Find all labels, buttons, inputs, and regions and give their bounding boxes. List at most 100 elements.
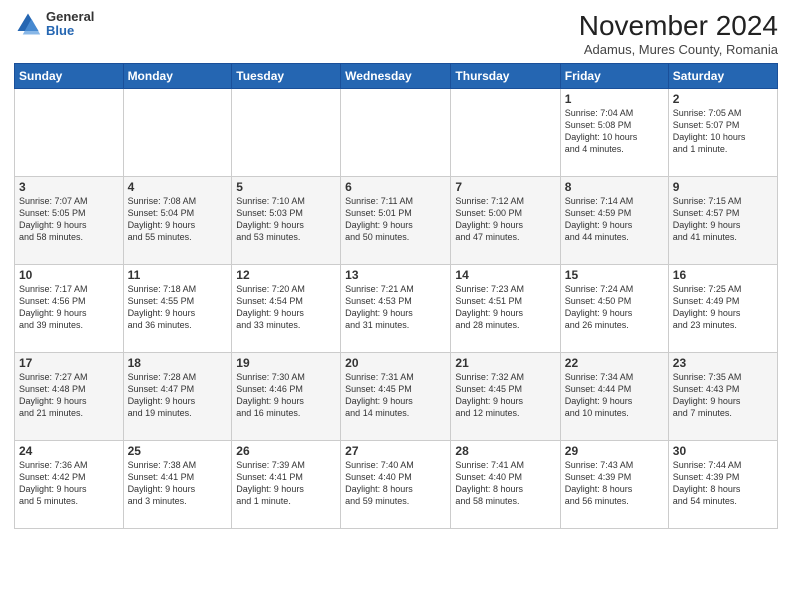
- day-info: Sunrise: 7:25 AM Sunset: 4:49 PM Dayligh…: [673, 283, 773, 332]
- day-cell: 2Sunrise: 7:05 AM Sunset: 5:07 PM Daylig…: [668, 89, 777, 177]
- day-info: Sunrise: 7:36 AM Sunset: 4:42 PM Dayligh…: [19, 459, 119, 508]
- day-cell: 6Sunrise: 7:11 AM Sunset: 5:01 PM Daylig…: [341, 177, 451, 265]
- day-number: 4: [128, 180, 228, 194]
- day-info: Sunrise: 7:38 AM Sunset: 4:41 PM Dayligh…: [128, 459, 228, 508]
- day-number: 30: [673, 444, 773, 458]
- day-cell: 18Sunrise: 7:28 AM Sunset: 4:47 PM Dayli…: [123, 353, 232, 441]
- day-cell: 24Sunrise: 7:36 AM Sunset: 4:42 PM Dayli…: [15, 441, 124, 529]
- day-cell: 16Sunrise: 7:25 AM Sunset: 4:49 PM Dayli…: [668, 265, 777, 353]
- day-cell: 30Sunrise: 7:44 AM Sunset: 4:39 PM Dayli…: [668, 441, 777, 529]
- day-info: Sunrise: 7:35 AM Sunset: 4:43 PM Dayligh…: [673, 371, 773, 420]
- day-info: Sunrise: 7:24 AM Sunset: 4:50 PM Dayligh…: [565, 283, 664, 332]
- week-row-4: 24Sunrise: 7:36 AM Sunset: 4:42 PM Dayli…: [15, 441, 778, 529]
- col-header-tuesday: Tuesday: [232, 64, 341, 89]
- day-number: 28: [455, 444, 555, 458]
- subtitle: Adamus, Mures County, Romania: [579, 42, 778, 57]
- day-info: Sunrise: 7:21 AM Sunset: 4:53 PM Dayligh…: [345, 283, 446, 332]
- day-info: Sunrise: 7:07 AM Sunset: 5:05 PM Dayligh…: [19, 195, 119, 244]
- day-info: Sunrise: 7:30 AM Sunset: 4:46 PM Dayligh…: [236, 371, 336, 420]
- day-cell: 19Sunrise: 7:30 AM Sunset: 4:46 PM Dayli…: [232, 353, 341, 441]
- day-number: 1: [565, 92, 664, 106]
- day-info: Sunrise: 7:41 AM Sunset: 4:40 PM Dayligh…: [455, 459, 555, 508]
- day-number: 15: [565, 268, 664, 282]
- day-cell: [341, 89, 451, 177]
- header-row: SundayMondayTuesdayWednesdayThursdayFrid…: [15, 64, 778, 89]
- day-number: 17: [19, 356, 119, 370]
- day-number: 6: [345, 180, 446, 194]
- day-cell: [123, 89, 232, 177]
- logo: General Blue: [14, 10, 94, 39]
- day-cell: 12Sunrise: 7:20 AM Sunset: 4:54 PM Dayli…: [232, 265, 341, 353]
- day-cell: 22Sunrise: 7:34 AM Sunset: 4:44 PM Dayli…: [560, 353, 668, 441]
- day-cell: [451, 89, 560, 177]
- day-number: 22: [565, 356, 664, 370]
- week-row-0: 1Sunrise: 7:04 AM Sunset: 5:08 PM Daylig…: [15, 89, 778, 177]
- day-info: Sunrise: 7:40 AM Sunset: 4:40 PM Dayligh…: [345, 459, 446, 508]
- day-number: 25: [128, 444, 228, 458]
- title-area: November 2024 Adamus, Mures County, Roma…: [579, 10, 778, 57]
- day-info: Sunrise: 7:17 AM Sunset: 4:56 PM Dayligh…: [19, 283, 119, 332]
- day-number: 21: [455, 356, 555, 370]
- day-number: 12: [236, 268, 336, 282]
- calendar: SundayMondayTuesdayWednesdayThursdayFrid…: [14, 63, 778, 529]
- day-cell: [15, 89, 124, 177]
- col-header-monday: Monday: [123, 64, 232, 89]
- day-number: 19: [236, 356, 336, 370]
- day-cell: 15Sunrise: 7:24 AM Sunset: 4:50 PM Dayli…: [560, 265, 668, 353]
- logo-icon: [14, 10, 42, 38]
- logo-general: General: [46, 10, 94, 24]
- day-cell: 21Sunrise: 7:32 AM Sunset: 4:45 PM Dayli…: [451, 353, 560, 441]
- day-info: Sunrise: 7:12 AM Sunset: 5:00 PM Dayligh…: [455, 195, 555, 244]
- day-info: Sunrise: 7:27 AM Sunset: 4:48 PM Dayligh…: [19, 371, 119, 420]
- day-info: Sunrise: 7:10 AM Sunset: 5:03 PM Dayligh…: [236, 195, 336, 244]
- day-number: 29: [565, 444, 664, 458]
- day-cell: 26Sunrise: 7:39 AM Sunset: 4:41 PM Dayli…: [232, 441, 341, 529]
- day-info: Sunrise: 7:32 AM Sunset: 4:45 PM Dayligh…: [455, 371, 555, 420]
- day-cell: 1Sunrise: 7:04 AM Sunset: 5:08 PM Daylig…: [560, 89, 668, 177]
- day-number: 20: [345, 356, 446, 370]
- day-number: 14: [455, 268, 555, 282]
- day-number: 7: [455, 180, 555, 194]
- day-cell: 27Sunrise: 7:40 AM Sunset: 4:40 PM Dayli…: [341, 441, 451, 529]
- day-number: 10: [19, 268, 119, 282]
- day-info: Sunrise: 7:23 AM Sunset: 4:51 PM Dayligh…: [455, 283, 555, 332]
- day-number: 9: [673, 180, 773, 194]
- day-cell: 20Sunrise: 7:31 AM Sunset: 4:45 PM Dayli…: [341, 353, 451, 441]
- day-info: Sunrise: 7:04 AM Sunset: 5:08 PM Dayligh…: [565, 107, 664, 156]
- day-number: 2: [673, 92, 773, 106]
- day-cell: 8Sunrise: 7:14 AM Sunset: 4:59 PM Daylig…: [560, 177, 668, 265]
- week-row-2: 10Sunrise: 7:17 AM Sunset: 4:56 PM Dayli…: [15, 265, 778, 353]
- col-header-wednesday: Wednesday: [341, 64, 451, 89]
- day-cell: 14Sunrise: 7:23 AM Sunset: 4:51 PM Dayli…: [451, 265, 560, 353]
- col-header-saturday: Saturday: [668, 64, 777, 89]
- day-cell: 23Sunrise: 7:35 AM Sunset: 4:43 PM Dayli…: [668, 353, 777, 441]
- day-info: Sunrise: 7:20 AM Sunset: 4:54 PM Dayligh…: [236, 283, 336, 332]
- day-cell: [232, 89, 341, 177]
- day-number: 11: [128, 268, 228, 282]
- day-info: Sunrise: 7:08 AM Sunset: 5:04 PM Dayligh…: [128, 195, 228, 244]
- day-info: Sunrise: 7:31 AM Sunset: 4:45 PM Dayligh…: [345, 371, 446, 420]
- day-info: Sunrise: 7:34 AM Sunset: 4:44 PM Dayligh…: [565, 371, 664, 420]
- day-cell: 17Sunrise: 7:27 AM Sunset: 4:48 PM Dayli…: [15, 353, 124, 441]
- col-header-sunday: Sunday: [15, 64, 124, 89]
- col-header-thursday: Thursday: [451, 64, 560, 89]
- month-title: November 2024: [579, 10, 778, 42]
- day-cell: 25Sunrise: 7:38 AM Sunset: 4:41 PM Dayli…: [123, 441, 232, 529]
- col-header-friday: Friday: [560, 64, 668, 89]
- day-number: 26: [236, 444, 336, 458]
- day-info: Sunrise: 7:44 AM Sunset: 4:39 PM Dayligh…: [673, 459, 773, 508]
- day-number: 23: [673, 356, 773, 370]
- day-number: 24: [19, 444, 119, 458]
- day-cell: 4Sunrise: 7:08 AM Sunset: 5:04 PM Daylig…: [123, 177, 232, 265]
- day-cell: 7Sunrise: 7:12 AM Sunset: 5:00 PM Daylig…: [451, 177, 560, 265]
- day-cell: 11Sunrise: 7:18 AM Sunset: 4:55 PM Dayli…: [123, 265, 232, 353]
- day-number: 27: [345, 444, 446, 458]
- day-cell: 3Sunrise: 7:07 AM Sunset: 5:05 PM Daylig…: [15, 177, 124, 265]
- day-info: Sunrise: 7:39 AM Sunset: 4:41 PM Dayligh…: [236, 459, 336, 508]
- day-info: Sunrise: 7:15 AM Sunset: 4:57 PM Dayligh…: [673, 195, 773, 244]
- day-info: Sunrise: 7:14 AM Sunset: 4:59 PM Dayligh…: [565, 195, 664, 244]
- day-cell: 5Sunrise: 7:10 AM Sunset: 5:03 PM Daylig…: [232, 177, 341, 265]
- page: General Blue November 2024 Adamus, Mures…: [0, 0, 792, 612]
- day-cell: 29Sunrise: 7:43 AM Sunset: 4:39 PM Dayli…: [560, 441, 668, 529]
- week-row-1: 3Sunrise: 7:07 AM Sunset: 5:05 PM Daylig…: [15, 177, 778, 265]
